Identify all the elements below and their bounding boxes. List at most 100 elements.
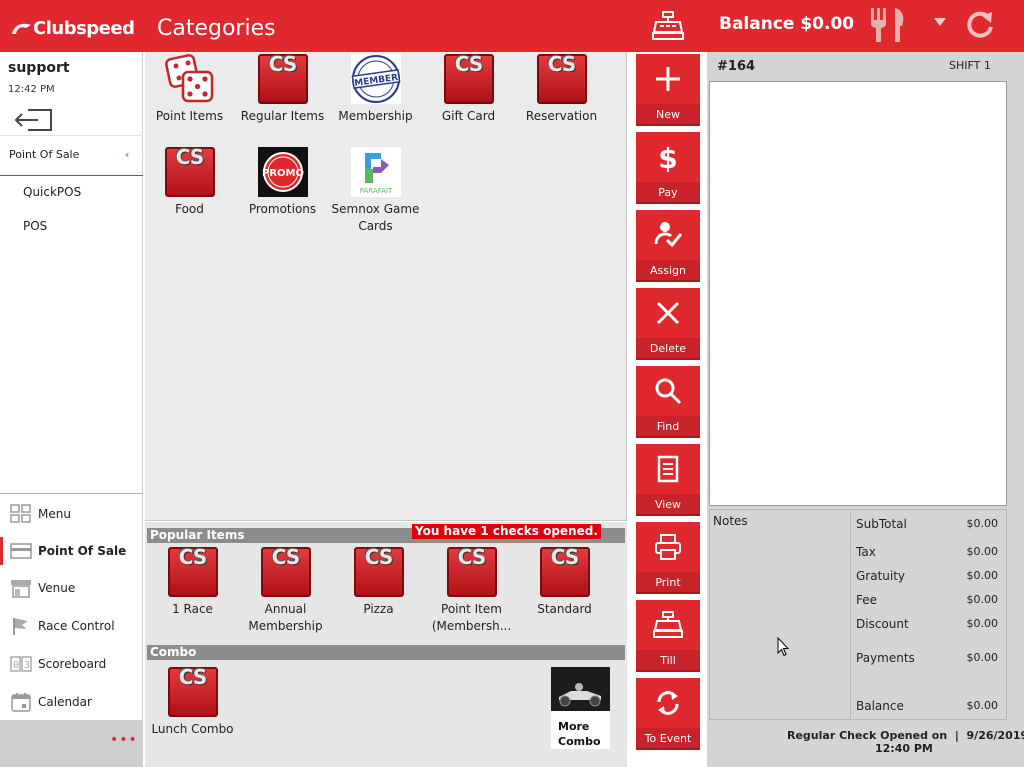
button-label: New: [656, 108, 680, 121]
total-label: SubTotal: [856, 517, 907, 531]
tile-label: Promotions: [248, 202, 317, 216]
sidebar-item-quickpos[interactable]: QuickPOS: [23, 185, 81, 199]
cs-logo-icon: CS: [446, 547, 497, 597]
popular-item[interactable]: CS Annual Membership: [239, 547, 332, 635]
chevron-left-icon: ‹: [125, 148, 130, 161]
top-bar: Clubspeed Categories Balance $0.00: [0, 0, 1024, 52]
parafait-logo-icon: PARAFAIT: [350, 147, 401, 197]
logout-icon[interactable]: [14, 107, 54, 133]
action-buttons-column: New $ Pay Assign Delete Find View Print …: [631, 52, 707, 767]
more-combo-line1: More: [558, 720, 590, 733]
tile-label: Regular Items: [240, 109, 325, 123]
logo-text: Clubspeed: [33, 18, 135, 39]
opened-line-2: 12:40 PM: [875, 742, 933, 755]
category-semnox-game-cards[interactable]: PARAFAIT Semnox Game Cards: [329, 147, 422, 235]
nav-item-race-control[interactable]: Race Control: [0, 608, 143, 644]
store-icon: [11, 580, 31, 598]
popular-item[interactable]: CS Point Item (Membersh...: [425, 547, 518, 635]
category-point-items[interactable]: Point Items: [143, 54, 236, 125]
section-point-of-sale[interactable]: Point Of Sale ‹: [0, 136, 143, 176]
category-promotions[interactable]: PROMO Promotions: [236, 147, 329, 218]
cycle-icon: [657, 691, 679, 715]
category-membership[interactable]: MEMBER Membership: [329, 54, 422, 125]
total-label: Gratuity: [856, 569, 906, 583]
grid-icon: [10, 504, 31, 523]
nav-item-menu[interactable]: Menu: [0, 496, 143, 532]
document-icon: [657, 455, 679, 483]
tile-label: Reservation: [525, 109, 598, 123]
fork-knife-icon[interactable]: [869, 6, 911, 44]
svg-text:$: $: [658, 142, 677, 172]
divider: [0, 493, 143, 494]
sidebar-footer: •••: [0, 720, 143, 767]
more-combo-button[interactable]: More Combo: [551, 667, 610, 749]
tile-label: Lunch Combo: [151, 722, 234, 736]
delete-button[interactable]: Delete: [636, 288, 700, 360]
user-time: 12:42 PM: [8, 84, 55, 95]
button-label: Till: [660, 654, 676, 667]
to-event-button[interactable]: To Event: [636, 678, 700, 750]
check-items-list[interactable]: [709, 81, 1007, 506]
caret-down-icon[interactable]: [934, 18, 946, 26]
cs-logo-icon: CS: [539, 547, 590, 597]
button-label: Find: [656, 420, 680, 433]
total-row-balance: Balance $0.00: [856, 699, 998, 713]
total-label: Balance: [856, 699, 904, 713]
flag-icon: [13, 618, 28, 635]
sidebar: support 12:42 PM Point Of Sale ‹ QuickPO…: [0, 52, 143, 767]
button-label: View: [654, 498, 682, 511]
opened-line-1: Regular Check Opened on | 9/26/2019: [787, 729, 1024, 742]
total-label: Tax: [856, 545, 876, 559]
nav-label: Scoreboard: [38, 657, 107, 671]
total-value: $0.00: [966, 593, 999, 606]
notes-box[interactable]: Notes: [709, 509, 851, 720]
total-row-subtotal: SubTotal $0.00: [856, 517, 998, 531]
print-button[interactable]: Print: [636, 522, 700, 594]
nav-label: Venue: [38, 581, 76, 595]
view-button[interactable]: View: [636, 444, 700, 516]
total-value: $0.00: [966, 517, 999, 530]
nav-item-scoreboard[interactable]: 03 Scoreboard: [0, 646, 143, 682]
category-reservation[interactable]: CS Reservation: [515, 54, 608, 125]
till-button[interactable]: Till: [636, 600, 700, 672]
cash-register-icon[interactable]: [652, 11, 684, 41]
mouse-cursor-icon: [777, 637, 789, 657]
go-kart-icon: [551, 667, 610, 711]
nav-item-venue[interactable]: Venue: [0, 570, 143, 606]
total-label: Fee: [856, 593, 878, 607]
nav-item-calendar[interactable]: Calendar: [0, 684, 143, 720]
tile-label: Food: [175, 202, 204, 216]
checks-opened-notice[interactable]: You have 1 checks opened.: [412, 524, 601, 539]
total-row-gratuity: Gratuity $0.00: [856, 569, 998, 583]
popular-item[interactable]: CS Standard: [518, 547, 611, 618]
member-stamp-icon: MEMBER: [350, 54, 401, 104]
scoreboard-icon: 03: [10, 656, 32, 672]
app-window: Clubspeed Categories Balance $0.00 suppo…: [0, 0, 1024, 767]
popular-item[interactable]: CS 1 Race: [146, 547, 239, 618]
refresh-icon[interactable]: [966, 10, 994, 40]
nav-item-point-of-sale[interactable]: Point Of Sale: [0, 533, 143, 569]
combo-item[interactable]: CS Lunch Combo: [146, 667, 239, 738]
button-label: Pay: [658, 186, 678, 199]
page-title: Categories: [157, 16, 276, 41]
nav-label: Point Of Sale: [38, 544, 127, 558]
svg-text:3: 3: [24, 660, 30, 671]
popular-item[interactable]: CS Pizza: [332, 547, 425, 618]
cs-logo-icon: CS: [443, 54, 494, 104]
tile-label: Annual Membership: [248, 602, 323, 633]
category-gift-card[interactable]: CS Gift Card: [422, 54, 515, 125]
more-options-icon[interactable]: •••: [110, 732, 138, 748]
sidebar-item-pos[interactable]: POS: [23, 219, 47, 233]
button-label: To Event: [644, 732, 692, 745]
find-button[interactable]: Find: [636, 366, 700, 438]
category-regular-items[interactable]: CS Regular Items: [236, 54, 329, 125]
new-button[interactable]: New: [636, 54, 700, 126]
button-label: Assign: [650, 264, 686, 277]
cash-register-icon: [653, 611, 683, 638]
card-icon: [10, 543, 32, 559]
pay-button[interactable]: $ Pay: [636, 132, 700, 204]
tile-label: Gift Card: [441, 109, 496, 123]
balance-display: Balance $0.00: [719, 14, 855, 34]
assign-button[interactable]: Assign: [636, 210, 700, 282]
category-food[interactable]: CS Food: [143, 147, 236, 218]
